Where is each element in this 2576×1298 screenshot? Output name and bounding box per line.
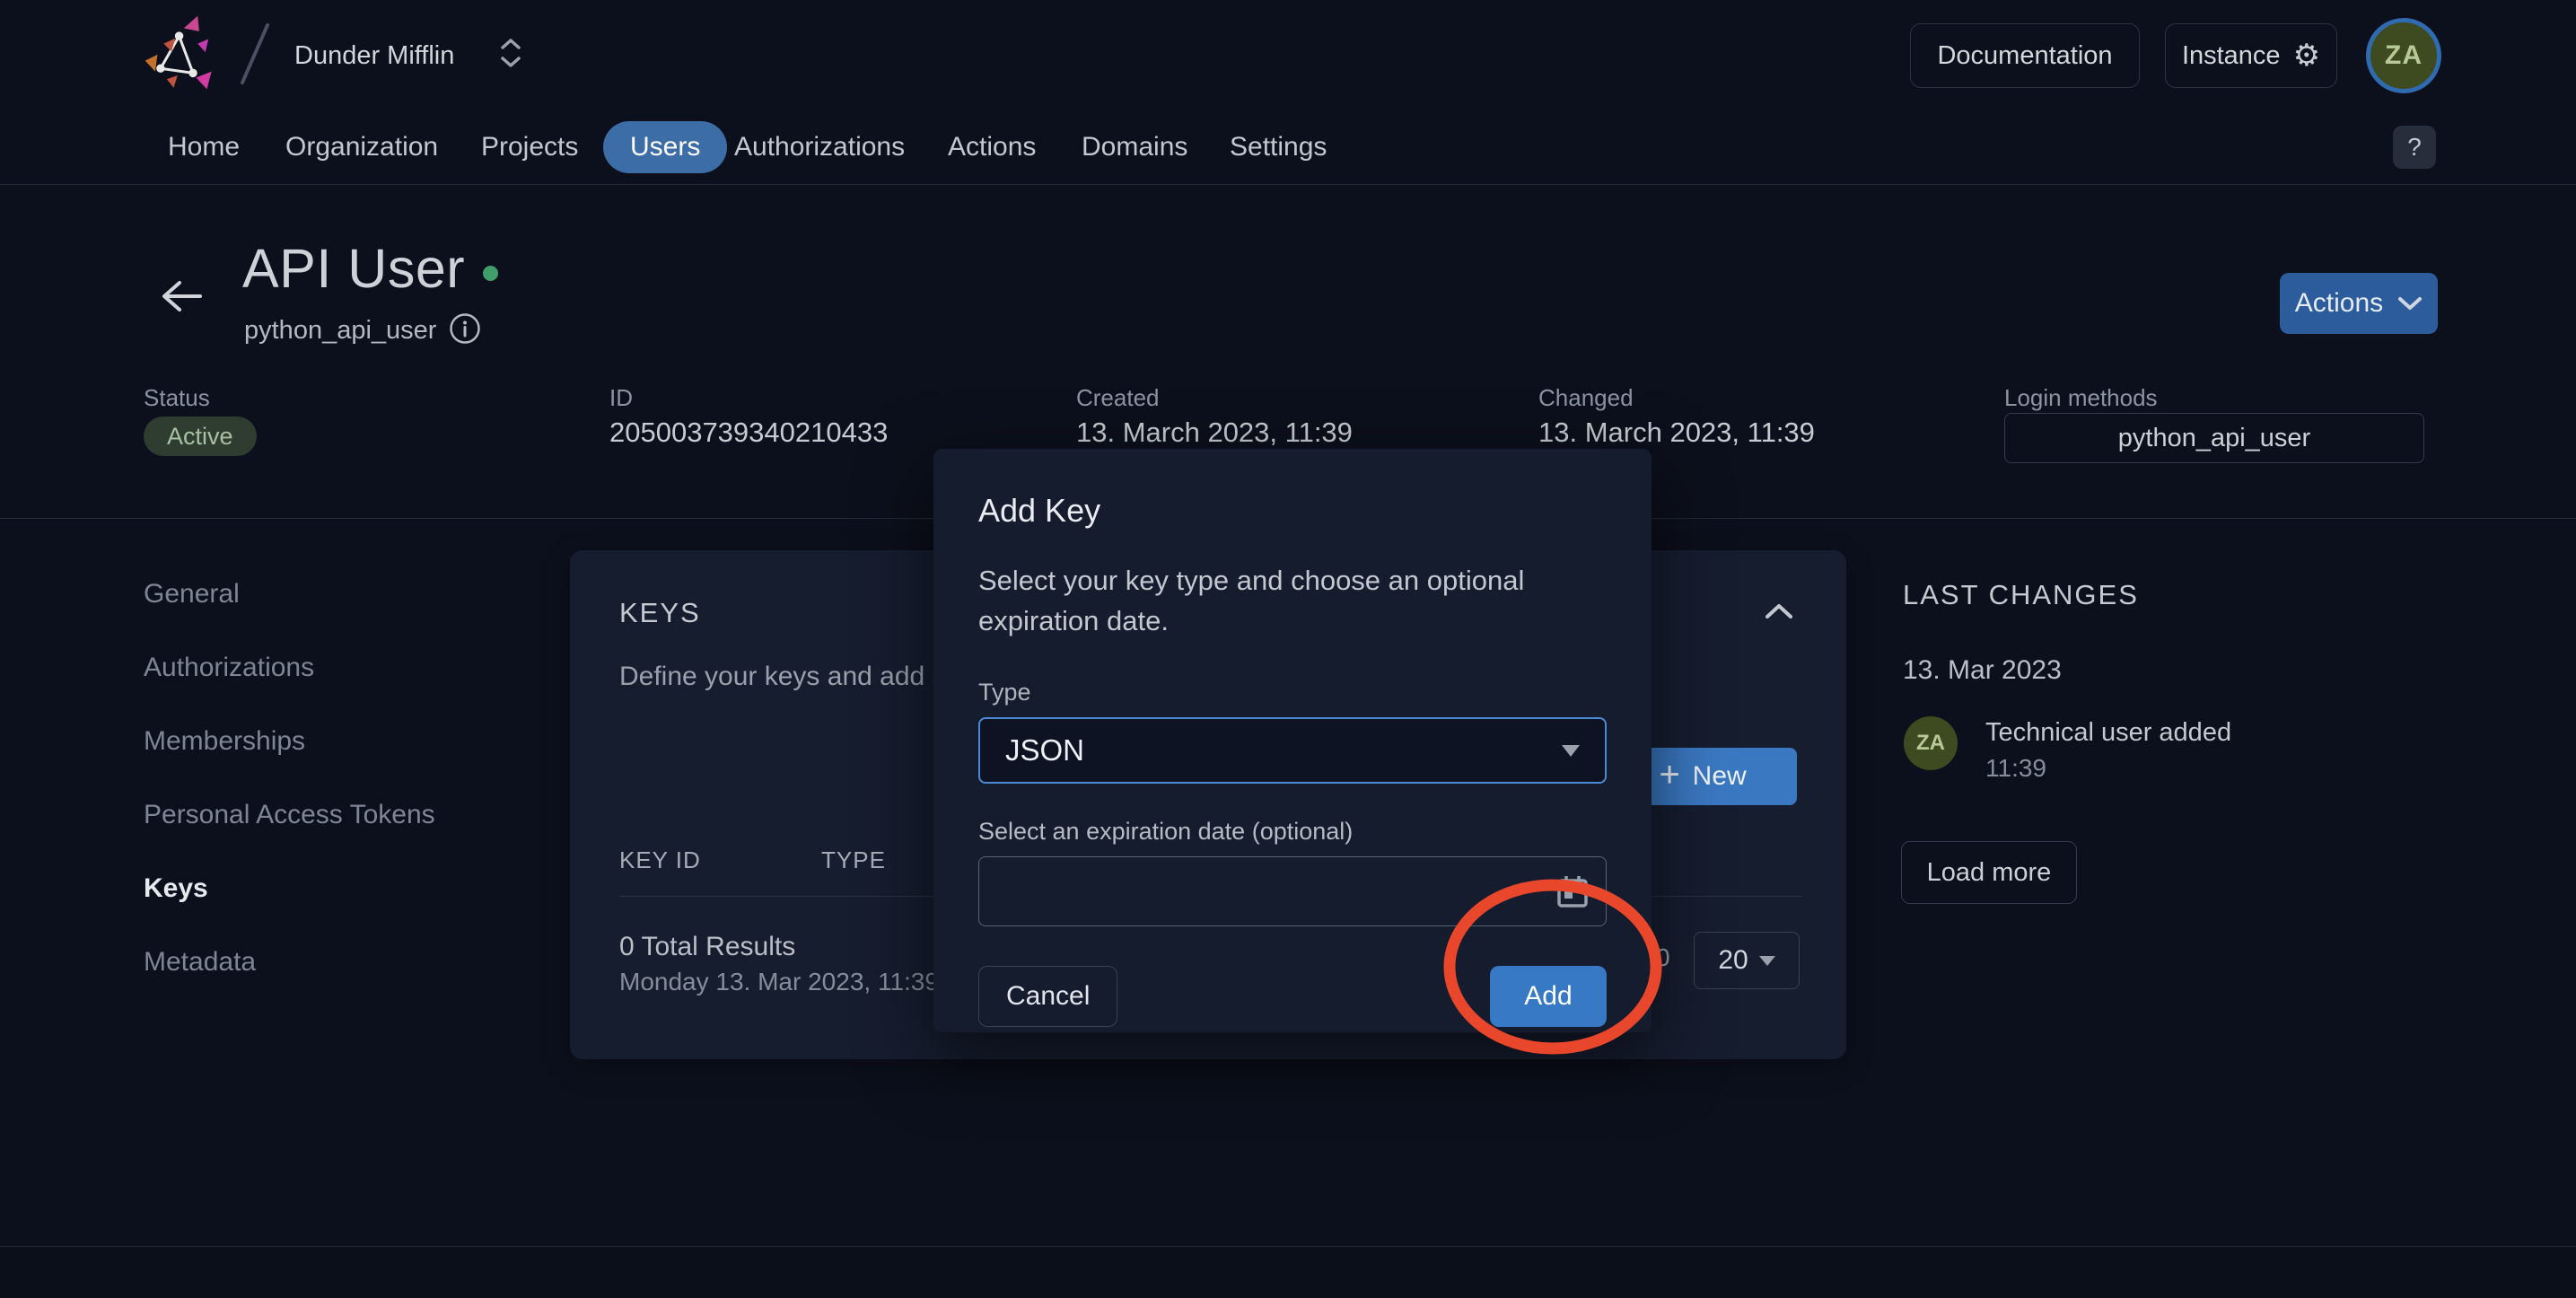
nav-tab-actions[interactable]: Actions (948, 110, 1036, 185)
results-timestamp: Monday 13. Mar 2023, 11:39 (619, 968, 939, 995)
login-method-chip: python_api_user (2004, 413, 2424, 463)
add-button[interactable]: Add (1490, 966, 1607, 1027)
id-value: 205003739340210433 (609, 417, 889, 448)
last-changes-date: 13. Mar 2023 (1903, 655, 2062, 685)
change-avatar: ZA (1904, 716, 1958, 770)
documentation-button-label: Documentation (1937, 40, 2113, 70)
page-title: API User (242, 238, 466, 299)
created-value: 13. March 2023, 11:39 (1076, 417, 1353, 448)
instance-button[interactable]: Instance ⚙ (2165, 23, 2337, 88)
key-type-select[interactable]: JSON (978, 717, 1607, 784)
dialog-description: Select your key type and choose an optio… (978, 565, 1525, 636)
column-header-type: TYPE (821, 846, 886, 873)
sidebar-item-general[interactable]: General (144, 579, 240, 610)
dialog-title: Add Key (978, 492, 1101, 529)
load-more-button[interactable]: Load more (1901, 841, 2077, 904)
change-avatar-initials: ZA (1916, 731, 1945, 755)
top-header: Dunder Mifflin Documentation Instance ⚙ … (0, 0, 2576, 110)
column-header-key-id: KEY ID (619, 846, 701, 873)
type-label: Type (978, 679, 1031, 706)
breadcrumb-slash (233, 22, 275, 86)
created-label: Created (1076, 384, 1160, 411)
changed-value: 13. March 2023, 11:39 (1538, 417, 1815, 448)
expiration-date-label: Select an expiration date (optional) (978, 818, 1354, 845)
username-subtitle: python_api_user (244, 316, 437, 345)
instance-button-label: Instance (2181, 40, 2281, 70)
info-icon[interactable] (449, 312, 481, 349)
changed-label: Changed (1538, 384, 1634, 411)
id-label: ID (609, 384, 633, 411)
expiration-date-input[interactable] (978, 856, 1607, 926)
collapse-card-icon[interactable] (1764, 602, 1794, 625)
sidebar-item-authorizations[interactable]: Authorizations (144, 653, 314, 683)
user-avatar[interactable]: ZA (2366, 18, 2441, 93)
nav-tab-projects[interactable]: Projects (481, 110, 578, 185)
back-arrow-icon[interactable] (160, 278, 203, 319)
main-nav: Home Organization Projects Users Authori… (0, 110, 2576, 185)
keys-card-title: KEYS (619, 597, 701, 628)
calendar-icon[interactable] (1555, 873, 1590, 912)
last-changes-title: LAST CHANGES (1903, 579, 2139, 610)
login-methods-label: Login methods (2004, 384, 2158, 411)
change-event-time: 11:39 (1985, 754, 2046, 782)
page-size-value: 20 (1718, 945, 1748, 975)
documentation-button[interactable]: Documentation (1910, 23, 2140, 88)
change-event-text: Technical user added (1985, 718, 2232, 747)
keys-card-description: Define your keys and add an o (619, 662, 985, 691)
status-badge: Active (144, 417, 257, 456)
caret-down-icon (1758, 955, 1775, 966)
page-size-select[interactable]: 20 (1694, 932, 1800, 989)
active-status-dot (483, 266, 498, 281)
help-button[interactable]: ? (2393, 126, 2436, 169)
total-results: 0 Total Results (619, 932, 796, 961)
nav-tab-authorizations[interactable]: Authorizations (734, 110, 905, 185)
sidebar-item-memberships[interactable]: Memberships (144, 726, 305, 757)
chevron-down-icon (2398, 297, 2423, 310)
status-label: Status (144, 384, 210, 411)
footer (0, 1246, 2576, 1298)
org-switcher-icon[interactable] (499, 38, 522, 68)
nav-tab-organization[interactable]: Organization (285, 110, 438, 185)
sidebar-item-personal-access-tokens[interactable]: Personal Access Tokens (144, 800, 435, 830)
new-key-button-label: New (1692, 761, 1747, 791)
nav-tab-users[interactable]: Users (603, 121, 728, 173)
add-key-dialog: Add Key Select your key type and choose … (933, 449, 1652, 1032)
nav-tab-home[interactable]: Home (168, 110, 240, 185)
cancel-button[interactable]: Cancel (978, 966, 1118, 1027)
sidebar-item-keys[interactable]: Keys (144, 873, 208, 904)
actions-dropdown-label: Actions (2294, 288, 2384, 318)
page-indicator: 0 (1656, 943, 1670, 971)
nav-tab-settings[interactable]: Settings (1230, 110, 1327, 185)
org-name[interactable]: Dunder Mifflin (294, 41, 454, 71)
sidebar-item-metadata[interactable]: Metadata (144, 947, 256, 978)
select-caret-icon (1562, 744, 1580, 757)
actions-dropdown-button[interactable]: Actions (2280, 273, 2438, 334)
nav-tab-domains[interactable]: Domains (1082, 110, 1187, 185)
gear-icon: ⚙ (2292, 38, 2321, 74)
load-more-label: Load more (1926, 857, 2052, 887)
key-type-selected-value: JSON (1005, 733, 1085, 767)
avatar-initials: ZA (2385, 40, 2423, 70)
zitadel-logo-icon[interactable] (144, 14, 221, 92)
